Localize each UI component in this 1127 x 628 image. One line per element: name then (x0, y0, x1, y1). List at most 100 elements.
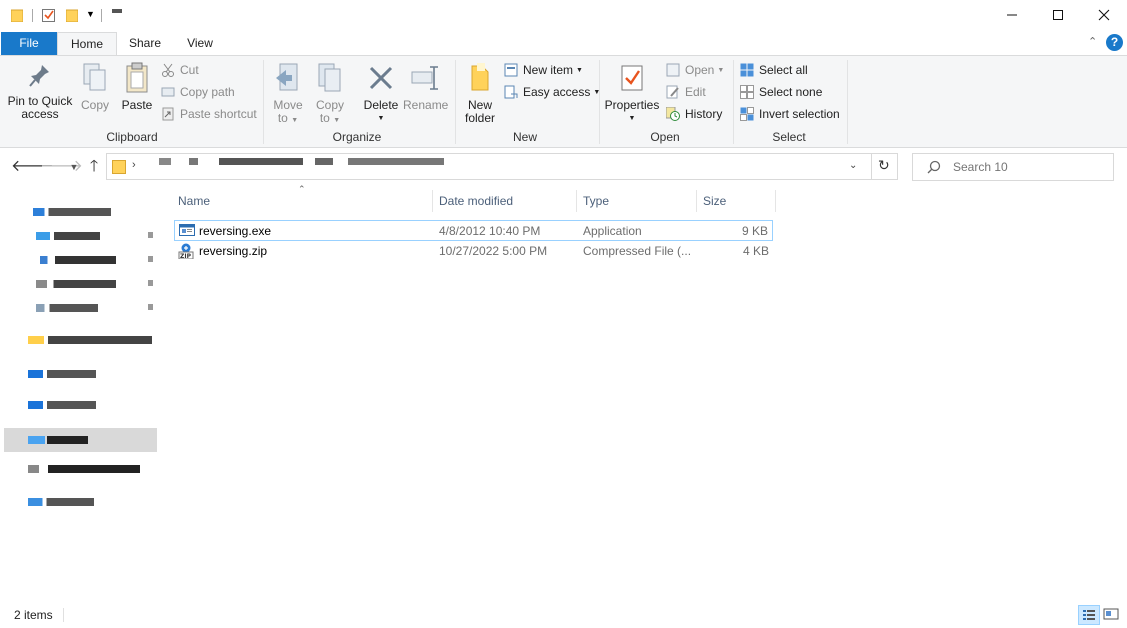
move-to-button[interactable]: Move to ▼ (270, 62, 306, 127)
paste-shortcut-icon (161, 107, 175, 121)
rename-icon (410, 62, 440, 94)
delete-button[interactable]: Delete ▼ (362, 62, 400, 125)
paste-button[interactable]: Paste (118, 62, 156, 112)
history-label: History (685, 107, 723, 121)
select-none-icon (740, 85, 754, 99)
details-view-button[interactable] (1078, 605, 1100, 625)
exe-file-icon (179, 223, 195, 239)
open-group-label: Open (650, 130, 680, 144)
file-date: 10/27/2022 5:00 PM (439, 244, 548, 258)
pin-icon (148, 280, 153, 286)
divider (455, 60, 456, 144)
easy-access-button[interactable]: Easy access ▼ (504, 82, 600, 102)
tab-home[interactable]: Home (57, 32, 117, 56)
column-header-type[interactable]: Type (577, 188, 696, 214)
close-button[interactable] (1081, 0, 1127, 30)
new-folder-icon (468, 62, 492, 94)
rename-label: Rename (403, 98, 449, 112)
address-dropdown-icon[interactable]: ⌄ (849, 160, 857, 171)
ribbon-home: Pin to Quick access Copy Paste Cut Copy … (0, 55, 1127, 148)
paste-shortcut-button[interactable]: Paste shortcut (161, 104, 257, 124)
details-view-icon (1083, 610, 1095, 620)
window-title-pixels (112, 9, 122, 13)
dropdown-arrow-icon: ▼ (291, 117, 299, 124)
history-icon (665, 106, 680, 121)
column-header-name[interactable]: Name (172, 188, 432, 214)
maximize-button[interactable] (1035, 0, 1081, 30)
minimize-button[interactable] (989, 0, 1035, 30)
new-folder-label-line2: folder (464, 111, 496, 125)
up-button[interactable]: 🡑 (85, 157, 103, 177)
invert-selection-button[interactable]: Invert selection (740, 104, 840, 124)
copy-to-button[interactable]: Copy to ▼ (312, 62, 348, 127)
address-bar[interactable]: › ⌄ ↻ (106, 153, 898, 180)
forward-button[interactable]: 🡒 (40, 157, 83, 177)
copy-path-icon (161, 85, 175, 99)
divider (599, 60, 600, 144)
dropdown-arrow-icon: ▼ (377, 115, 385, 122)
refresh-icon[interactable]: ↻ (878, 157, 890, 174)
back-button[interactable]: 🡐 (11, 157, 54, 177)
divider (101, 9, 102, 22)
move-to-icon (274, 62, 302, 94)
invert-selection-icon (740, 107, 754, 121)
customize-quick-access-icon[interactable]: ▼ (86, 9, 95, 19)
breadcrumb-pixels (159, 158, 459, 165)
properties-quick-icon[interactable] (42, 8, 55, 22)
column-header-date-modified[interactable]: Date modified (433, 188, 576, 214)
file-row[interactable]: reversing.exe 4/8/2012 10:40 PM Applicat… (174, 220, 773, 241)
new-folder-quick-icon[interactable] (65, 8, 79, 23)
tab-share[interactable]: Share (122, 32, 168, 55)
history-button[interactable]: History (665, 104, 723, 124)
select-group-label: Select (772, 130, 806, 144)
select-all-label: Select all (759, 63, 808, 77)
copy-path-button[interactable]: Copy path (161, 82, 235, 102)
file-row[interactable]: ZIP reversing.zip 10/27/2022 5:00 PM Com… (174, 241, 773, 262)
pin-to-quick-access-button[interactable]: Pin to Quick access (4, 62, 76, 121)
search-icon (927, 160, 941, 177)
properties-icon (620, 62, 644, 94)
tab-file[interactable]: File (1, 32, 57, 55)
folder-icon (112, 159, 126, 178)
pin-icon (148, 304, 153, 310)
file-name: reversing.zip (199, 244, 268, 258)
title-bar: ▼ (0, 0, 1127, 30)
delete-label: Delete (363, 98, 399, 112)
column-header-size[interactable]: Size (697, 188, 775, 214)
copy-to-icon (316, 62, 344, 94)
divider (63, 608, 64, 622)
open-button[interactable]: Open ▼ (666, 60, 724, 80)
divider (847, 60, 848, 144)
search-box[interactable] (912, 153, 1114, 181)
easy-access-label: Easy access (523, 85, 591, 99)
recent-locations-button[interactable]: ▼ (65, 157, 83, 177)
divider[interactable] (775, 190, 776, 212)
new-folder-button[interactable]: New folder (460, 62, 500, 125)
dropdown-arrow-icon: ▼ (628, 115, 636, 122)
divider (32, 9, 33, 22)
scissors-icon (161, 63, 175, 77)
search-input[interactable] (951, 159, 1105, 175)
svg-text:ZIP: ZIP (180, 253, 192, 259)
ribbon-tabs: File Home Share View ⌃ ? (0, 30, 1127, 56)
paste-label: Paste (121, 98, 153, 112)
rename-button[interactable]: Rename (403, 62, 449, 112)
new-item-button[interactable]: New item ▼ (504, 60, 583, 80)
pin-icon (148, 256, 153, 262)
nav-item-this-pc-selected[interactable] (4, 428, 157, 452)
select-all-button[interactable]: Select all (740, 60, 808, 80)
collapse-ribbon-icon[interactable]: ⌃ (1088, 35, 1097, 48)
copy-button[interactable]: Copy (78, 62, 112, 112)
dropdown-arrow-icon: ▼ (717, 66, 725, 74)
select-none-button[interactable]: Select none (740, 82, 822, 102)
large-icons-view-button[interactable] (1102, 605, 1122, 625)
organize-group-label: Organize (332, 130, 382, 144)
edit-button[interactable]: Edit (666, 82, 706, 102)
help-icon[interactable]: ? (1106, 34, 1123, 51)
divider (733, 60, 734, 144)
properties-button[interactable]: Properties ▼ (604, 62, 660, 125)
new-item-icon (504, 63, 518, 77)
tab-view[interactable]: View (178, 32, 222, 55)
cut-button[interactable]: Cut (161, 60, 199, 80)
select-all-icon (740, 63, 754, 77)
